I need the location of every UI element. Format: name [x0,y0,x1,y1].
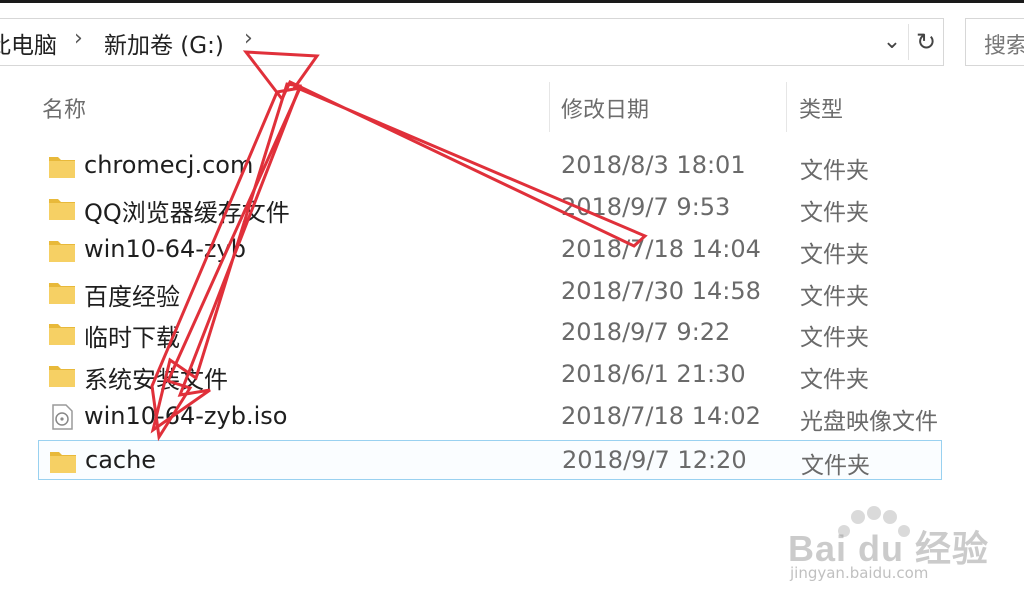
file-row[interactable]: 临时下载 2018/9/7 9:22 文件夹 [38,313,942,353]
address-history-dropdown-icon[interactable]: ⌄ [878,24,906,60]
file-name[interactable]: 系统安装文件 [84,360,228,395]
refresh-icon[interactable]: ↻ [908,24,943,60]
folder-icon [49,241,75,262]
folder-icon [49,283,75,304]
file-name[interactable]: 临时下载 [84,318,180,353]
column-divider[interactable] [786,82,787,132]
file-type: 文件夹 [800,284,869,310]
file-name[interactable]: chromecj.com [84,151,253,179]
file-type: 文件夹 [800,325,869,351]
breadcrumb-separator-icon[interactable]: › [74,26,83,51]
file-row[interactable]: chromecj.com 2018/8/3 18:01 文件夹 [38,146,942,186]
file-modified-date: 2018/7/30 14:58 [561,277,761,305]
file-modified-date: 2018/9/7 9:22 [561,318,731,346]
breadcrumb-this-pc[interactable]: 此电脑 [0,26,57,60]
folder-icon [49,199,75,220]
file-row[interactable]: 百度经验 2018/7/30 14:58 文件夹 [38,272,942,312]
folder-icon [49,157,75,178]
folder-icon [50,452,76,473]
file-row[interactable]: QQ浏览器缓存文件 2018/9/7 9:53 文件夹 [38,188,942,228]
file-row[interactable]: 系统安装文件 2018/6/1 21:30 文件夹 [38,355,942,395]
file-type: 文件夹 [801,453,870,479]
breadcrumb-drive-g[interactable]: 新加卷 (G:) [104,26,224,60]
file-name[interactable]: win10-64-zyb [84,235,246,263]
file-name[interactable]: cache [85,446,156,474]
file-modified-date: 2018/7/18 14:04 [561,235,761,263]
file-row[interactable]: win10-64-zyb.iso 2018/7/18 14:02 光盘映像文件 [38,397,942,437]
file-type: 文件夹 [800,367,869,393]
file-name[interactable]: win10-64-zyb.iso [84,402,287,430]
column-divider[interactable] [549,82,550,132]
folder-icon [49,324,75,345]
file-type: 文件夹 [800,200,869,226]
search-box[interactable]: 搜索 [965,18,1024,66]
column-header-name[interactable]: 名称 [42,92,86,124]
file-type: 文件夹 [800,158,869,184]
file-modified-date: 2018/6/1 21:30 [561,360,746,388]
file-row-selected[interactable]: cache 2018/9/7 12:20 文件夹 [38,440,942,480]
file-modified-date: 2018/7/18 14:02 [561,402,761,430]
column-header-modified[interactable]: 修改日期 [561,92,649,124]
file-modified-date: 2018/8/3 18:01 [561,151,746,179]
breadcrumb-expand-chevron-icon[interactable]: › [244,26,253,51]
disc-image-icon [52,404,73,430]
file-row[interactable]: win10-64-zyb 2018/7/18 14:04 文件夹 [38,230,942,270]
file-name[interactable]: 百度经验 [84,277,180,312]
watermark-url: jingyan.baidu.com [790,564,929,582]
search-label: 搜索 [984,34,1024,59]
window-top-edge [0,0,1024,3]
file-modified-date: 2018/9/7 12:20 [562,446,747,474]
file-name[interactable]: QQ浏览器缓存文件 [84,193,290,228]
file-type: 文件夹 [800,242,869,268]
file-modified-date: 2018/9/7 9:53 [561,193,731,221]
folder-icon [49,366,75,387]
column-header-type[interactable]: 类型 [799,92,843,124]
file-type: 光盘映像文件 [800,409,938,435]
